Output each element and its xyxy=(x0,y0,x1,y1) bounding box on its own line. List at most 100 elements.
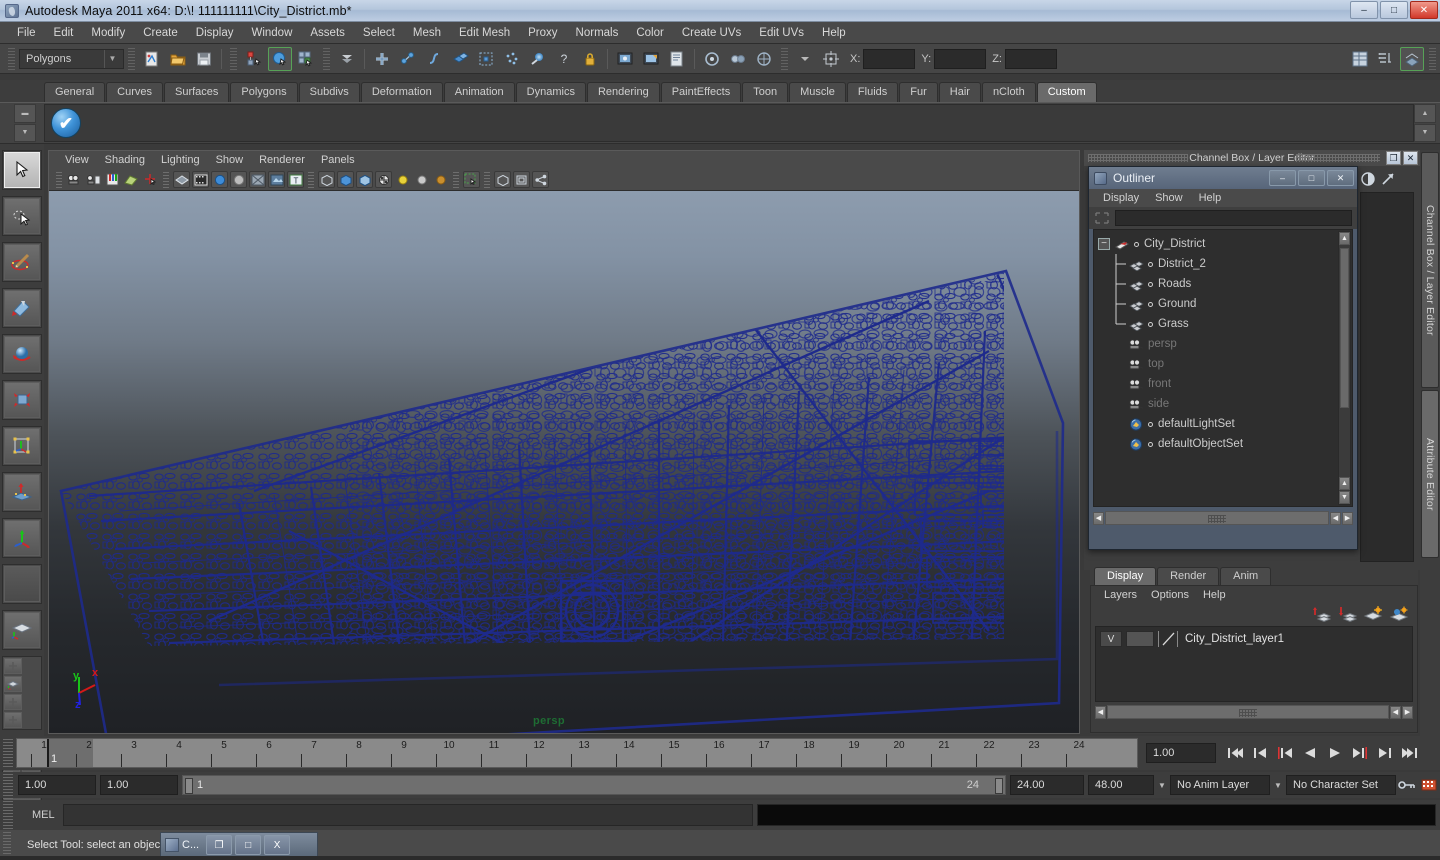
maximize-button[interactable]: □ xyxy=(1380,1,1408,19)
menu-item-color[interactable]: Color xyxy=(627,24,672,42)
bookmark-icon[interactable] xyxy=(104,171,121,188)
step-forward-frame-icon[interactable] xyxy=(1349,743,1371,763)
layer-hscroll-track[interactable] xyxy=(1107,705,1389,719)
panel-grip-right[interactable] xyxy=(1296,154,1380,162)
menu-item-window[interactable]: Window xyxy=(242,24,301,42)
select-by-hierarchy-button[interactable] xyxy=(242,47,266,71)
menu-item-edit-uvs[interactable]: Edit UVs xyxy=(750,24,813,42)
shelf-options-button[interactable]: ▼ xyxy=(14,123,36,142)
viewport-menu-view[interactable]: View xyxy=(57,153,97,167)
snap-to-view-plane-button[interactable] xyxy=(474,47,498,71)
open-scene-button[interactable] xyxy=(166,47,190,71)
mel-output-field[interactable] xyxy=(756,804,1436,826)
new-layer-icon[interactable] xyxy=(1363,606,1383,622)
wireframe-shading-icon[interactable] xyxy=(173,171,190,188)
taskbar-window-button[interactable]: C... ❐ □ X xyxy=(160,832,318,858)
show-channel-box-button[interactable] xyxy=(1348,47,1372,71)
hardware-lighting-icon[interactable]: T xyxy=(287,171,304,188)
layer-hscroll-right-icon-2[interactable]: ▶ xyxy=(1402,705,1413,719)
shade-options-icon[interactable] xyxy=(249,171,266,188)
smooth-shade-all-icon[interactable] xyxy=(192,171,209,188)
shelf-tab-ncloth[interactable]: nCloth xyxy=(981,82,1036,102)
filter-icon[interactable] xyxy=(1094,211,1110,225)
outliner-scroll-thumb[interactable] xyxy=(1340,248,1349,408)
outliner-menu-show[interactable]: Show xyxy=(1147,191,1191,205)
render-current-frame-button[interactable] xyxy=(613,47,637,71)
outliner-tree[interactable]: − City_District District_2 Roads Ground Grass… xyxy=(1093,229,1353,507)
taskbar-close-button[interactable]: X xyxy=(264,835,291,855)
close-button[interactable]: ✕ xyxy=(1410,1,1438,19)
animation-end-field[interactable]: 48.00 xyxy=(1088,775,1154,795)
use-default-lighting-icon[interactable] xyxy=(394,171,411,188)
menu-item-edit[interactable]: Edit xyxy=(45,24,83,42)
menu-item-create[interactable]: Create xyxy=(134,24,187,42)
shelf-tab-dynamics[interactable]: Dynamics xyxy=(515,82,586,102)
outliner-maximize-button[interactable]: □ xyxy=(1298,170,1325,186)
chevron-down-icon[interactable] xyxy=(793,47,817,71)
scroll-down-arrow-icon[interactable]: ▼ xyxy=(1339,491,1350,504)
open-hypershade-button[interactable] xyxy=(726,47,750,71)
shelf-tab-curves[interactable]: Curves xyxy=(106,82,163,102)
go-to-end-icon[interactable] xyxy=(1399,743,1421,763)
blue-checkmark-icon[interactable]: ✔ xyxy=(51,108,81,138)
menu-item-assets[interactable]: Assets xyxy=(301,24,354,42)
rotate-tool-icon[interactable] xyxy=(4,336,40,372)
current-time-field[interactable]: 1.00 xyxy=(1146,743,1216,763)
rangebar-grip[interactable] xyxy=(3,771,13,799)
four-view-layout-icon-bl[interactable] xyxy=(4,694,22,710)
shelf-menu-button[interactable]: ▬ xyxy=(14,104,36,123)
paint-select-tool-icon[interactable] xyxy=(4,244,40,280)
isolate-select-icon[interactable] xyxy=(494,171,511,188)
scroll-down-arrow-up-icon[interactable]: ▲ xyxy=(1339,477,1350,490)
toolbar-grip-4[interactable] xyxy=(323,47,330,70)
snap-to-curves-button[interactable] xyxy=(396,47,420,71)
coord-z-field[interactable] xyxy=(1004,48,1057,69)
viewport-menu-renderer[interactable]: Renderer xyxy=(251,153,313,167)
character-set-field[interactable]: No Character Set xyxy=(1286,775,1396,795)
shelf-scroll-up-button[interactable]: ▲ xyxy=(1414,104,1436,123)
layer-menu-help[interactable]: Help xyxy=(1196,588,1233,602)
outliner-expand-toggle[interactable]: − xyxy=(1098,238,1110,250)
character-set-dropdown-arrow-icon[interactable]: ▼ xyxy=(1270,775,1286,795)
shelf-scroll-controls[interactable]: ▬ ▼ xyxy=(14,104,36,142)
toolbar-grip-end[interactable] xyxy=(1429,47,1436,70)
use-selected-lights-icon[interactable] xyxy=(432,171,449,188)
shelf-scroll-down-button[interactable]: ▼ xyxy=(1414,123,1436,142)
viewport-menu-lighting[interactable]: Lighting xyxy=(153,153,208,167)
snap-to-points-button[interactable] xyxy=(422,47,446,71)
playback-start-field[interactable]: 1.00 xyxy=(100,775,178,795)
scroll-up-arrow-icon[interactable]: ▲ xyxy=(1339,232,1350,245)
last-tool-used-icon[interactable] xyxy=(4,520,40,556)
xray-display-icon[interactable] xyxy=(318,171,335,188)
four-view-layout-icon-tl[interactable] xyxy=(4,658,22,674)
outliner-search-input[interactable] xyxy=(1115,210,1352,226)
timeline-track[interactable]: 1 1 2 3 4 5 6 7 8 9 10 11 12 13 14 15 16 17 18 19 20 21 22 23 2… xyxy=(16,738,1138,768)
wireframe-on-shaded-icon[interactable] xyxy=(375,171,392,188)
component-mask-collapse-button[interactable] xyxy=(335,47,359,71)
snap-to-view-planes-button[interactable] xyxy=(448,47,472,71)
hscroll-right-arrow-icon[interactable]: ◀ xyxy=(1330,511,1341,525)
shelf-tab-general[interactable]: General xyxy=(44,82,106,102)
new-scene-button[interactable] xyxy=(140,47,164,71)
outliner-item-roads[interactable]: Roads xyxy=(1094,274,1336,294)
layer-tab-anim[interactable]: Anim xyxy=(1220,567,1272,585)
taskbar-restore-button[interactable]: ❐ xyxy=(206,835,233,855)
layer-visibility-toggle[interactable]: V xyxy=(1100,631,1122,647)
coord-x-field[interactable] xyxy=(863,48,916,69)
hardware-texturing-icon[interactable] xyxy=(268,171,285,188)
smooth-shade-selected-icon[interactable] xyxy=(211,171,228,188)
statusbar-grip[interactable] xyxy=(3,832,11,858)
play-forwards-icon[interactable] xyxy=(1324,743,1346,763)
show-tool-settings-button[interactable] xyxy=(1400,46,1424,71)
viewport-menu-shading[interactable]: Shading xyxy=(97,153,153,167)
toolbar-grip-3[interactable] xyxy=(230,47,237,70)
lock-button[interactable] xyxy=(578,47,602,71)
go-to-start-icon[interactable] xyxy=(1224,743,1246,763)
soft-modification-tool-icon[interactable] xyxy=(4,474,40,510)
shelf-tab-polygons[interactable]: Polygons xyxy=(230,82,298,102)
new-layer-from-selected-icon[interactable] xyxy=(1389,606,1409,622)
viewport-bar-grip[interactable] xyxy=(56,171,62,188)
shelf-tab-hair[interactable]: Hair xyxy=(938,82,981,102)
toolbar-grip[interactable] xyxy=(8,47,15,70)
outliner-close-button[interactable]: ✕ xyxy=(1327,170,1354,186)
